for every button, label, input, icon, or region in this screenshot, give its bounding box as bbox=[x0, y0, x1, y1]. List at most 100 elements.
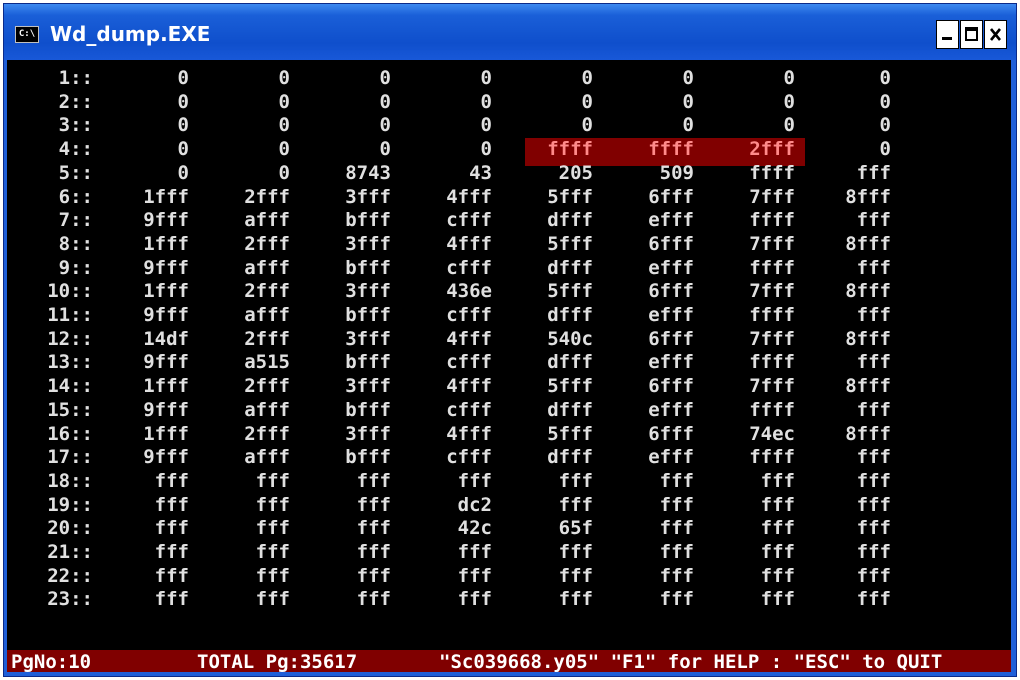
table-cell: 1fff bbox=[143, 375, 189, 398]
table-cell: fff bbox=[558, 469, 593, 492]
title-bar[interactable]: C:\ Wd_dump.EXE bbox=[4, 4, 1016, 60]
row-index: 11:: bbox=[47, 304, 93, 326]
row-index: 8:: bbox=[58, 232, 93, 255]
table-cell: 6fff bbox=[648, 327, 694, 350]
console-app-icon[interactable]: C:\ bbox=[15, 26, 39, 43]
table-cell: ffff bbox=[749, 446, 795, 469]
table-cell: fff bbox=[856, 304, 891, 326]
table-cell: a515 bbox=[244, 351, 290, 374]
table-cell: fff bbox=[856, 446, 891, 469]
row-index: 20:: bbox=[47, 517, 93, 540]
table-cell: cfff bbox=[446, 398, 492, 421]
table-cell: fff bbox=[255, 493, 290, 516]
table-row: 18:: fff fff fff fff fff fff fff fff bbox=[7, 470, 1011, 493]
table-cell: 0 bbox=[879, 138, 891, 161]
table-cell: 0 bbox=[278, 161, 290, 184]
close-button[interactable] bbox=[984, 20, 1007, 49]
table-cell: efff bbox=[648, 256, 694, 279]
row-index: 22:: bbox=[47, 564, 93, 587]
row-index: 3:: bbox=[58, 114, 93, 137]
maximize-button[interactable] bbox=[960, 20, 983, 49]
table-cell: fff bbox=[856, 469, 891, 492]
table-cell: 0 bbox=[879, 90, 891, 113]
table-row: 5:: 0 0 8743 43 205 509 ffff fff bbox=[7, 162, 1011, 185]
table-cell: 0 bbox=[278, 90, 290, 113]
table-cell: fff bbox=[255, 517, 290, 540]
table-cell: fff bbox=[154, 469, 189, 492]
table-cell: 5fff bbox=[547, 375, 593, 398]
table-cell: afff bbox=[244, 256, 290, 279]
table-cell: cfff bbox=[446, 209, 492, 232]
table-cell: fff bbox=[856, 588, 891, 611]
table-cell: 1fff bbox=[143, 422, 189, 445]
table-cell: dfff bbox=[547, 446, 593, 469]
table-cell: 1fff bbox=[143, 185, 189, 208]
table-cell: fff bbox=[760, 493, 795, 516]
table-cell: 5fff bbox=[547, 185, 593, 208]
table-cell: 9fff bbox=[143, 209, 189, 232]
table-cell: ffff bbox=[749, 256, 795, 279]
table-cell: 14df bbox=[143, 327, 189, 350]
table-row: 14:: 1fff 2fff 3fff 4fff 5fff 6fff 7fff 8fff bbox=[7, 375, 1011, 398]
page-number: PgNo:10 bbox=[11, 651, 92, 672]
table-cell: bfff bbox=[345, 209, 391, 232]
table-cell: fff bbox=[856, 541, 891, 563]
table-cell: fff bbox=[856, 493, 891, 516]
table-cell: fff bbox=[356, 588, 391, 611]
table-cell: fff bbox=[154, 493, 189, 516]
table-cell: fff bbox=[154, 564, 189, 587]
table-cell: dfff bbox=[547, 209, 593, 232]
table-cell: afff bbox=[244, 304, 290, 326]
row-index: 17:: bbox=[47, 446, 93, 469]
table-cell: 0 bbox=[581, 67, 593, 89]
table-cell: fff bbox=[457, 469, 492, 492]
table-cell: 0 bbox=[581, 90, 593, 113]
table-cell: 0 bbox=[879, 67, 891, 89]
table-cell: 0 bbox=[879, 114, 891, 137]
table-cell: 5fff bbox=[547, 232, 593, 255]
maximize-icon bbox=[965, 27, 978, 41]
table-cell: fff bbox=[856, 209, 891, 232]
table-cell: cfff bbox=[446, 304, 492, 326]
minimize-button[interactable] bbox=[936, 20, 959, 49]
table-cell: 1fff bbox=[143, 232, 189, 255]
table-cell: 0 bbox=[480, 114, 492, 137]
row-index: 1:: bbox=[58, 67, 93, 89]
table-row: 8:: 1fff 2fff 3fff 4fff 5fff 6fff 7fff 8fff bbox=[7, 233, 1011, 256]
row-index: 18:: bbox=[47, 469, 93, 492]
table-cell: fff bbox=[760, 564, 795, 587]
table-cell: fff bbox=[356, 541, 391, 563]
row-index: 15:: bbox=[47, 398, 93, 421]
table-cell: 509 bbox=[659, 161, 694, 184]
table-cell: 0 bbox=[783, 67, 795, 89]
table-cell: 6fff bbox=[648, 375, 694, 398]
table-cell: 2fff bbox=[244, 422, 290, 445]
table-row: 4:: 0 0 0 0 ffff ffff 2fff 0 bbox=[7, 138, 1011, 161]
table-cell: 0 bbox=[278, 138, 290, 161]
row-index: 23:: bbox=[47, 588, 93, 611]
table-cell: afff bbox=[244, 209, 290, 232]
table-cell: 0 bbox=[278, 114, 290, 137]
console-output[interactable]: 1:: 0 0 0 0 0 0 0 0 2:: 0 0 0 0 0 0 0 0 3:: 0 0 0 0 0 0 0 0 4:: 0 0 0 0… bbox=[7, 60, 1011, 672]
row-index: 12:: bbox=[47, 327, 93, 350]
table-cell: fff bbox=[154, 517, 189, 540]
table-cell: 5fff bbox=[547, 422, 593, 445]
table-row: 10:: 1fff 2fff 3fff 436e 5fff 6fff 7fff 8fff bbox=[7, 280, 1011, 303]
table-cell: fff bbox=[558, 541, 593, 563]
table-row: 3:: 0 0 0 0 0 0 0 0 bbox=[7, 114, 1011, 137]
table-row: 6:: 1fff 2fff 3fff 4fff 5fff 6fff 7fff 8fff bbox=[7, 186, 1011, 209]
table-cell: 4fff bbox=[446, 327, 492, 350]
table-cell: efff bbox=[648, 446, 694, 469]
table-cell: ffff bbox=[749, 351, 795, 374]
table-cell: 6fff bbox=[648, 280, 694, 303]
table-row: 15:: 9fff afff bfff cfff dfff efff ffff fff bbox=[7, 399, 1011, 422]
table-cell: cfff bbox=[446, 446, 492, 469]
table-row: 23:: fff fff fff fff fff fff fff fff bbox=[7, 588, 1011, 611]
table-cell: 8fff bbox=[845, 185, 891, 208]
table-cell: fff bbox=[659, 541, 694, 563]
table-cell: fff bbox=[457, 541, 492, 563]
table-cell: bfff bbox=[345, 304, 391, 326]
table-cell: 0 bbox=[177, 161, 189, 184]
table-cell: 0 bbox=[278, 67, 290, 89]
table-cell: 0 bbox=[177, 114, 189, 137]
